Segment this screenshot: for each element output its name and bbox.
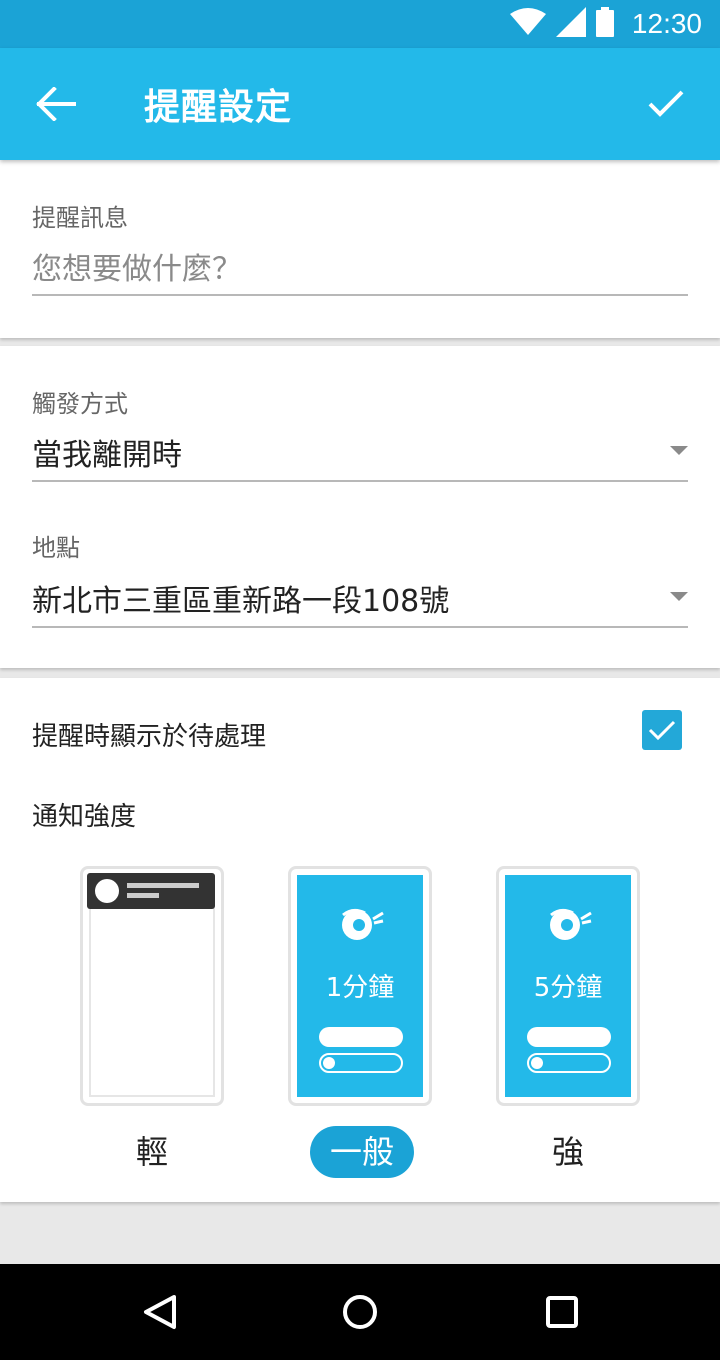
trigger-select[interactable]: 當我離開時 bbox=[32, 430, 182, 474]
trigger-label: 觸發方式 bbox=[32, 390, 128, 418]
minutes-label: 5分鐘 bbox=[533, 973, 603, 1003]
message-underline bbox=[32, 294, 688, 296]
check-icon bbox=[648, 90, 684, 117]
intensity-label: 通知強度 bbox=[32, 802, 137, 832]
message-card: 提醒訊息 您想要做什麼？ bbox=[0, 160, 720, 338]
nav-recents-button[interactable] bbox=[538, 1288, 586, 1336]
location-dropdown-icon[interactable] bbox=[670, 592, 688, 601]
alarm-bar bbox=[319, 1027, 403, 1047]
intensity-option-strong[interactable]: 5分鐘 bbox=[496, 866, 640, 1106]
wifi-icon bbox=[509, 8, 546, 40]
show-pending-checkbox[interactable] bbox=[642, 710, 682, 750]
intensity-label-normal[interactable]: 一般 bbox=[310, 1126, 414, 1178]
phone-screen: 5分鐘 bbox=[505, 875, 631, 1097]
confirm-button[interactable] bbox=[638, 76, 694, 132]
status-bar: 12:30 bbox=[0, 0, 720, 48]
app-bar: 提醒設定 bbox=[0, 48, 720, 160]
status-icons: 12:30 bbox=[509, 0, 702, 48]
trigger-underline bbox=[32, 480, 688, 482]
page-title: 提醒設定 bbox=[144, 87, 293, 128]
location-label: 地點 bbox=[32, 534, 80, 562]
trigger-card: 觸發方式 當我離開時 地點 新北市三重區重新路一段108號 bbox=[0, 346, 720, 668]
phone-screen: 1分鐘 bbox=[297, 875, 423, 1097]
battery-icon bbox=[595, 7, 614, 41]
owl-eye-icon bbox=[550, 908, 592, 940]
message-label: 提醒訊息 bbox=[32, 204, 128, 232]
back-button[interactable] bbox=[28, 76, 84, 132]
alarm-toggle bbox=[319, 1053, 403, 1073]
clock: 12:30 bbox=[631, 8, 702, 39]
notification-banner-icon bbox=[87, 873, 215, 909]
alarm-bar bbox=[527, 1027, 611, 1047]
alarm-toggle bbox=[527, 1053, 611, 1073]
home-circle-icon bbox=[343, 1295, 377, 1329]
message-input[interactable]: 您想要做什麼？ bbox=[32, 244, 242, 288]
recents-square-icon bbox=[546, 1296, 578, 1328]
nav-back-button[interactable] bbox=[136, 1288, 184, 1336]
options-card: 提醒時顯示於待處理 通知強度 輕 1分鐘 一般 5分鐘 強 bbox=[0, 678, 720, 1202]
location-select[interactable]: 新北市三重區重新路一段108號 bbox=[32, 576, 449, 620]
show-pending-label: 提醒時顯示於待處理 bbox=[32, 722, 267, 752]
back-triangle-icon bbox=[144, 1295, 176, 1329]
intensity-option-normal[interactable]: 1分鐘 bbox=[288, 866, 432, 1106]
intensity-label-light[interactable]: 輕 bbox=[100, 1126, 204, 1178]
intensity-option-light[interactable] bbox=[80, 866, 224, 1106]
intensity-label-strong[interactable]: 強 bbox=[516, 1126, 620, 1178]
nav-home-button[interactable] bbox=[336, 1288, 384, 1336]
checkmark-icon bbox=[648, 720, 676, 741]
owl-eye-icon bbox=[342, 908, 384, 940]
system-nav-bar bbox=[0, 1264, 720, 1360]
location-underline bbox=[32, 626, 688, 628]
minutes-label: 1分鐘 bbox=[325, 973, 395, 1003]
signal-icon bbox=[555, 7, 586, 41]
trigger-dropdown-icon[interactable] bbox=[670, 446, 688, 455]
arrow-left-icon bbox=[36, 87, 76, 121]
